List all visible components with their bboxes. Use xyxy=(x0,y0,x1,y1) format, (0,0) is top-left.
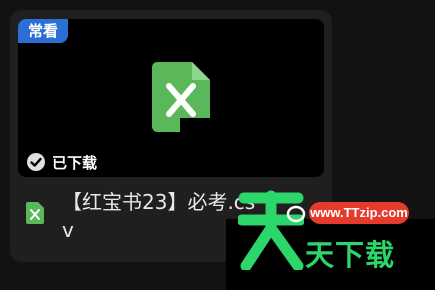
watermark-text: 天下载 xyxy=(305,238,396,272)
downloaded-label: 已下载 xyxy=(52,153,98,172)
screen: 常看 已下载 【红宝书23】必考.csv www.TTzip.com 天下载 xyxy=(0,0,435,290)
file-thumbnail[interactable]: 常看 已下载 xyxy=(18,19,324,177)
downloaded-status: 已下载 xyxy=(26,151,97,173)
watermark-url: www.TTzip.com xyxy=(309,202,409,224)
check-circle-icon xyxy=(27,153,45,171)
frequently-viewed-tag: 常看 xyxy=(18,19,69,43)
spreadsheet-file-small-icon xyxy=(26,202,44,224)
spreadsheet-file-icon xyxy=(152,62,210,132)
watermark-logo-icon xyxy=(238,190,304,270)
watermark-ring-icon xyxy=(286,205,306,223)
